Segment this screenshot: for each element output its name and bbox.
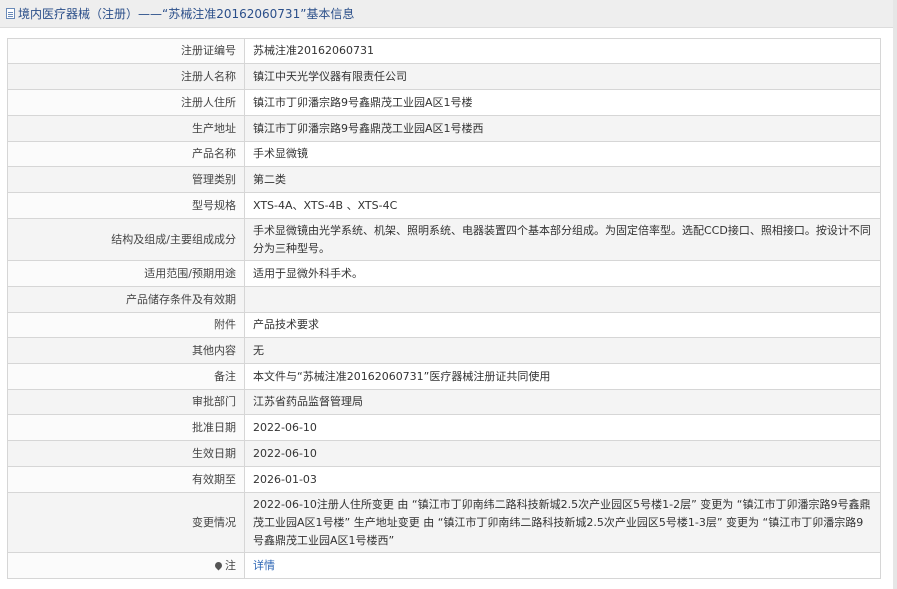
table-row: 批准日期 2022-06-10	[7, 414, 881, 441]
row-value: 手术显微镜由光学系统、机架、照明系统、电器装置四个基本部分组成。为固定倍率型。选…	[244, 218, 881, 261]
table-row: 适用范围/预期用途 适用于显微外科手术。	[7, 260, 881, 287]
row-label: 产品名称	[7, 141, 245, 167]
note-value-cell: 详情	[244, 552, 881, 579]
table-row: 生产地址 镇江市丁卯潘宗路9号鑫鼎茂工业园A区1号楼西	[7, 115, 881, 142]
row-value: 手术显微镜	[244, 141, 881, 167]
table-row: 结构及组成/主要组成成分 手术显微镜由光学系统、机架、照明系统、电器装置四个基本…	[7, 218, 881, 261]
row-label: 注册人名称	[7, 63, 245, 90]
table-row: 注册证编号 苏械注准20162060731	[7, 38, 881, 64]
row-label: 型号规格	[7, 192, 245, 219]
row-label: 注册证编号	[7, 38, 245, 64]
table-row: 注册人住所 镇江市丁卯潘宗路9号鑫鼎茂工业园A区1号楼	[7, 89, 881, 116]
row-value: 镇江中天光学仪器有限责任公司	[244, 63, 881, 90]
row-value: 2022-06-10	[244, 414, 881, 441]
row-label: 有效期至	[7, 466, 245, 493]
row-label: 注册人住所	[7, 89, 245, 116]
row-label: 结构及组成/主要组成成分	[7, 218, 245, 261]
row-value: 2022-06-10	[244, 440, 881, 467]
details-link[interactable]: 详情	[253, 559, 275, 572]
row-value	[244, 286, 881, 313]
row-value: 2022-06-10注册人住所变更 由 “镇江市丁卯南纬二路科技新城2.5次产业…	[244, 492, 881, 553]
row-value: 江苏省药品监督管理局	[244, 389, 881, 415]
row-label: 批准日期	[7, 414, 245, 441]
table-row: 审批部门 江苏省药品监督管理局	[7, 389, 881, 415]
row-label: 变更情况	[7, 492, 245, 553]
table-row: 型号规格 XTS-4A、XTS-4B 、XTS-4C	[7, 192, 881, 219]
row-value: 镇江市丁卯潘宗路9号鑫鼎茂工业园A区1号楼西	[244, 115, 881, 142]
table-row: 其他内容 无	[7, 337, 881, 364]
row-value: 镇江市丁卯潘宗路9号鑫鼎茂工业园A区1号楼	[244, 89, 881, 116]
note-label: 注	[225, 558, 236, 572]
row-value: 2026-01-03	[244, 466, 881, 493]
row-label: 适用范围/预期用途	[7, 260, 245, 287]
row-value: 产品技术要求	[244, 312, 881, 338]
table-row: 备注 本文件与“苏械注准20162060731”医疗器械注册证共同使用	[7, 363, 881, 390]
row-label: 管理类别	[7, 166, 245, 193]
table-row: 附件 产品技术要求	[7, 312, 881, 338]
document-icon	[6, 8, 15, 19]
info-table: 注册证编号 苏械注准20162060731 注册人名称 镇江中天光学仪器有限责任…	[7, 38, 881, 579]
table-row: 产品储存条件及有效期	[7, 286, 881, 313]
page-header: 境内医疗器械（注册）——“苏械注准20162060731”基本信息	[0, 0, 893, 28]
row-value: 适用于显微外科手术。	[244, 260, 881, 287]
table-row: 变更情况 2022-06-10注册人住所变更 由 “镇江市丁卯南纬二路科技新城2…	[7, 492, 881, 553]
row-label: 审批部门	[7, 389, 245, 415]
table-row: 产品名称 手术显微镜	[7, 141, 881, 167]
row-value: 苏械注准20162060731	[244, 38, 881, 64]
table-row: 生效日期 2022-06-10	[7, 440, 881, 467]
table-row: 注册人名称 镇江中天光学仪器有限责任公司	[7, 63, 881, 90]
table-row: 有效期至 2026-01-03	[7, 466, 881, 493]
row-label: 生效日期	[7, 440, 245, 467]
pin-icon	[213, 560, 224, 571]
row-value: 无	[244, 337, 881, 364]
page-title: 境内医疗器械（注册）——“苏械注准20162060731”基本信息	[18, 7, 355, 21]
note-label-cell: 注	[7, 552, 245, 579]
table-row: 注 详情	[7, 552, 881, 579]
table-row: 管理类别 第二类	[7, 166, 881, 193]
row-label: 其他内容	[7, 337, 245, 364]
row-label: 附件	[7, 312, 245, 338]
row-label: 产品储存条件及有效期	[7, 286, 245, 313]
row-label: 生产地址	[7, 115, 245, 142]
row-value: 本文件与“苏械注准20162060731”医疗器械注册证共同使用	[244, 363, 881, 390]
row-value: 第二类	[244, 166, 881, 193]
row-label: 备注	[7, 363, 245, 390]
scrollbar[interactable]	[893, 0, 897, 589]
row-value: XTS-4A、XTS-4B 、XTS-4C	[244, 192, 881, 219]
